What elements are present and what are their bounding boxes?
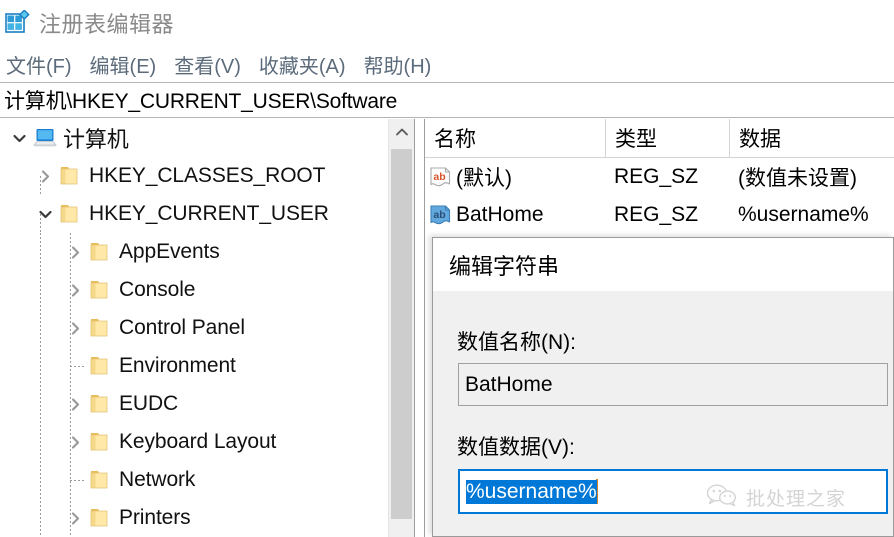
tree-node-printers[interactable]: Printers xyxy=(0,499,388,537)
edit-string-dialog: 编辑字符串 数值名称(N): BatHome 数值数据(V): %usernam… xyxy=(432,237,894,537)
menu-file[interactable]: 文件(F) xyxy=(6,50,81,79)
chevron-right-icon[interactable] xyxy=(62,434,88,451)
tree-node-label: Network xyxy=(119,468,196,491)
tree-node-label: Printers xyxy=(119,506,191,529)
value-name-label: 数值名称(N): xyxy=(457,331,576,354)
value-name-cell: ab BatHome xyxy=(425,196,605,234)
tree-node-control-panel[interactable]: Control Panel xyxy=(0,309,388,347)
tree-node-network[interactable]: Network xyxy=(0,461,388,499)
tree-node-computer[interactable]: 计算机 xyxy=(0,119,388,157)
value-data-cell: (数值未设置) xyxy=(738,167,857,190)
svg-text:ab: ab xyxy=(433,209,445,221)
folder-icon xyxy=(88,277,112,303)
chevron-right-icon[interactable] xyxy=(62,244,88,261)
folder-icon xyxy=(88,315,112,341)
tree-node-label: 计算机 xyxy=(63,127,129,152)
folder-icon xyxy=(88,239,112,265)
value-name-cell: ab (默认) xyxy=(425,158,605,196)
tree-node-hkey-current-user[interactable]: HKEY_CURRENT_USER xyxy=(0,195,388,233)
table-row[interactable]: ab BatHome REG_SZ %username% xyxy=(425,196,894,234)
menu-view[interactable]: 查看(V) xyxy=(174,50,250,79)
menu-help[interactable]: 帮助(H) xyxy=(364,50,441,79)
tree-node-label: HKEY_CURRENT_USER xyxy=(89,202,329,225)
chevron-right-icon[interactable] xyxy=(32,168,58,185)
window-title: 注册表编辑器 xyxy=(39,12,175,37)
chevron-right-icon[interactable] xyxy=(62,282,88,299)
tree-node-label: EUDC xyxy=(119,392,179,415)
column-header-name[interactable]: 名称 xyxy=(425,119,605,157)
tree-node-label: Environment xyxy=(119,354,236,377)
folder-icon xyxy=(88,429,112,455)
tree-node-eudc[interactable]: EUDC xyxy=(0,385,388,423)
computer-icon xyxy=(32,125,57,151)
chevron-down-icon[interactable] xyxy=(6,130,32,147)
tree-node-label: Console xyxy=(119,278,196,301)
value-data-cell: %username% xyxy=(738,203,869,226)
value-data-label: 数值数据(V): xyxy=(457,436,575,459)
string-value-icon: ab xyxy=(428,165,453,190)
folder-icon xyxy=(88,353,112,379)
chevron-up-icon[interactable] xyxy=(389,119,414,145)
value-data-input[interactable]: %username% xyxy=(458,469,888,514)
menu-edit[interactable]: 编辑(E) xyxy=(90,50,166,79)
chevron-right-icon[interactable] xyxy=(62,396,88,413)
registry-editor-window: 注册表编辑器 文件(F) 编辑(E) 查看(V) 收藏夹(A) 帮助(H) 计算… xyxy=(0,0,894,537)
registry-tree-pane: 计算机 HKEY_CLASSES_ROOT HKEY_CURRENT_USER … xyxy=(0,119,414,537)
folder-icon xyxy=(58,201,82,227)
list-column-headers: 名称 类型 数据 xyxy=(425,119,894,158)
dialog-title: 编辑字符串 xyxy=(449,253,560,279)
address-bar[interactable]: 计算机\HKEY_CURRENT_USER\Software xyxy=(0,82,894,118)
tree-node-label: Control Panel xyxy=(119,316,245,339)
scrollbar-thumb[interactable] xyxy=(391,149,412,519)
value-name-input-text: BatHome xyxy=(465,372,553,396)
tree-node-label: HKEY_CLASSES_ROOT xyxy=(89,164,326,187)
tree-scrollbar[interactable] xyxy=(388,119,414,537)
tree-node-label: AppEvents xyxy=(119,240,220,263)
string-value-icon-selected: ab xyxy=(428,203,453,228)
value-name-text: (默认) xyxy=(456,167,512,190)
pane-splitter[interactable] xyxy=(414,119,425,537)
value-type-cell: REG_SZ xyxy=(614,165,699,188)
registry-tree: 计算机 HKEY_CLASSES_ROOT HKEY_CURRENT_USER … xyxy=(0,119,388,537)
svg-text:ab: ab xyxy=(433,171,445,183)
value-data-selected-text: %username% xyxy=(466,479,597,504)
chevron-right-icon[interactable] xyxy=(62,320,88,337)
value-name-input[interactable]: BatHome xyxy=(458,363,888,406)
tree-node-console[interactable]: Console xyxy=(0,271,388,309)
table-row[interactable]: ab (默认) REG_SZ (数值未设置) xyxy=(425,158,894,196)
dialog-title-bar: 编辑字符串 xyxy=(433,238,893,291)
column-header-data[interactable]: 数据 xyxy=(729,119,894,157)
folder-icon xyxy=(88,391,112,417)
title-bar: 注册表编辑器 xyxy=(0,0,894,46)
tree-node-appevents[interactable]: AppEvents xyxy=(0,233,388,271)
menu-favorites[interactable]: 收藏夹(A) xyxy=(259,50,355,79)
tree-node-label: Keyboard Layout xyxy=(119,430,277,453)
tree-node-hkey-classes-root[interactable]: HKEY_CLASSES_ROOT xyxy=(0,157,388,195)
folder-icon xyxy=(88,467,112,493)
menu-bar: 文件(F) 编辑(E) 查看(V) 收藏夹(A) 帮助(H) xyxy=(0,46,894,82)
chevron-down-icon[interactable] xyxy=(32,206,58,223)
folder-icon xyxy=(58,163,82,189)
tree-node-keyboard-layout[interactable]: Keyboard Layout xyxy=(0,423,388,461)
folder-icon xyxy=(88,505,112,531)
value-name-text: BatHome xyxy=(456,203,544,226)
address-path: 计算机\HKEY_CURRENT_USER\Software xyxy=(4,90,398,113)
value-type-cell: REG_SZ xyxy=(614,203,699,226)
chevron-right-icon[interactable] xyxy=(62,510,88,527)
tree-node-environment[interactable]: Environment xyxy=(0,347,388,385)
registry-editor-icon xyxy=(5,9,31,36)
dialog-body: 数值名称(N): BatHome 数值数据(V): %username% xyxy=(433,291,893,536)
column-header-type[interactable]: 类型 xyxy=(605,119,729,157)
